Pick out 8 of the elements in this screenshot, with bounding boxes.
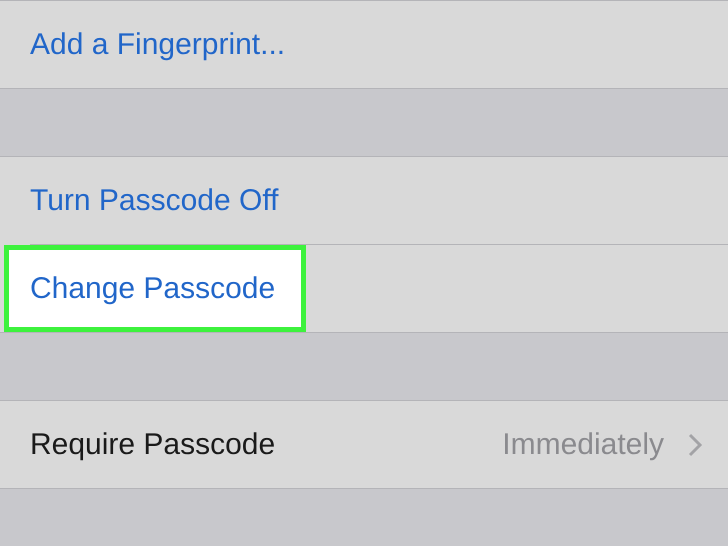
settings-row[interactable]: Turn Passcode Off [4, 157, 304, 244]
row-label: Change Passcode [30, 272, 276, 306]
row-label: Add a Fingerprint... [30, 28, 286, 62]
row-label: Turn Passcode Off [30, 184, 278, 218]
settings-row[interactable]: Change Passcode [4, 245, 306, 332]
row-value: Immediately [502, 428, 664, 462]
chevron-icon [688, 432, 702, 456]
row-label: Require Passcode [30, 428, 276, 462]
